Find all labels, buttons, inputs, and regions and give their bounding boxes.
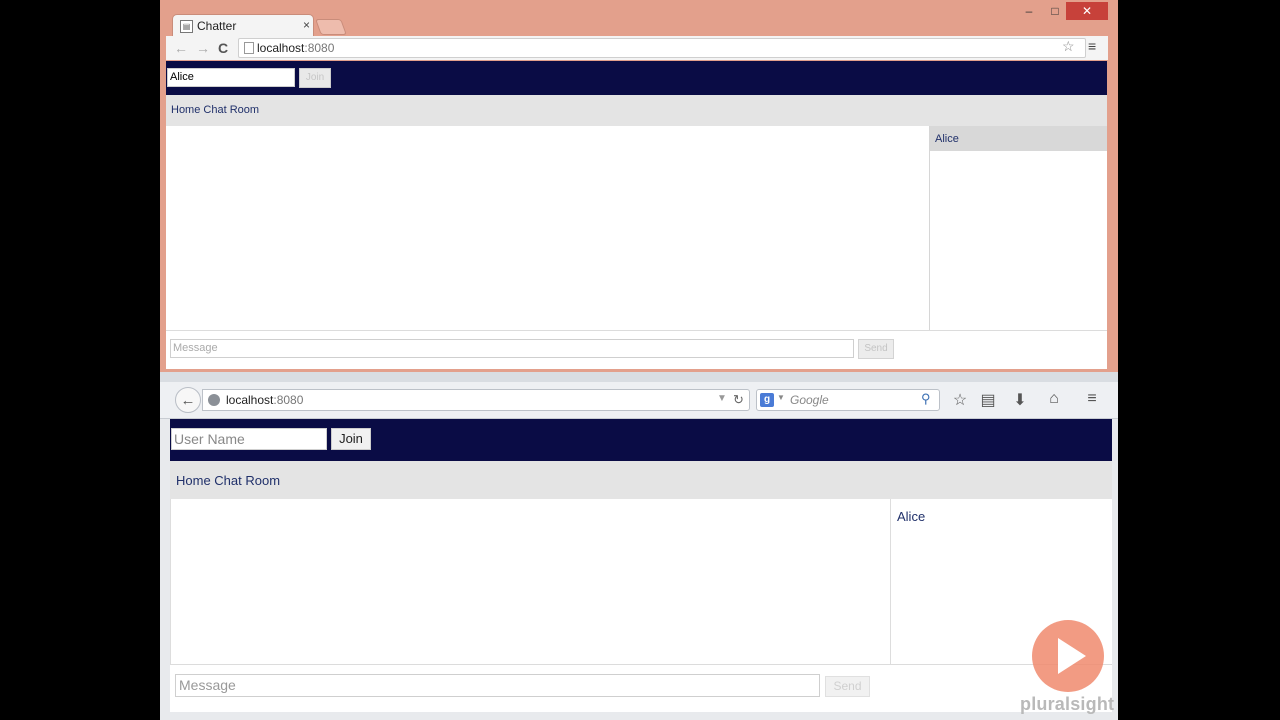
chat-app-page: User Name Join Home Chat Room Alice Mess… [170,419,1112,712]
room-title: Home Chat Room [176,473,281,488]
history-dropdown-icon[interactable]: ▼ [717,393,727,404]
message-input[interactable]: Message [175,674,820,697]
pluralsight-logo: pluralsight [1020,694,1115,714]
message-list [166,126,930,330]
maximize-icon[interactable]: □ [1042,2,1068,20]
page-icon: ▤ [180,20,193,33]
tab-title: Chatter [197,19,237,33]
user-list-item: Alice [930,126,1107,151]
reload-icon[interactable]: ↻ [733,392,744,408]
send-button[interactable]: Send [825,676,870,697]
chrome-toolbar: ← → C localhost:8080 ☆ ≡ [166,36,1108,60]
reading-list-icon[interactable]: ▤ [978,390,998,410]
message-footer: Message Send [166,330,1107,370]
message-footer: Message Send [170,664,1112,713]
home-icon[interactable]: ⌂ [1044,390,1064,408]
back-icon[interactable]: ← [175,387,201,413]
address-url: localhost:8080 [257,41,335,55]
message-input[interactable]: Message [170,339,854,358]
join-button[interactable]: Join [299,68,331,88]
minimize-icon[interactable]: – [1016,2,1042,20]
globe-icon [208,394,220,406]
chat-app-page: Alice Join Home Chat Room Alice Message … [166,61,1107,369]
chevron-down-icon: ▼ [777,393,785,402]
firefox-browser-window: ← localhost:8080 ▼ ↻ g ▼ Google ⚲ ☆ ▤ ⬇ … [160,372,1118,720]
download-icon[interactable]: ⬇ [1010,390,1030,410]
search-box[interactable]: g ▼ Google ⚲ [756,389,940,411]
google-icon[interactable]: g [760,393,774,407]
address-bar[interactable]: localhost:8080 [238,38,1086,58]
app-header: Alice Join [166,61,1107,95]
forward-icon[interactable]: → [196,40,210,56]
browser-tab[interactable]: ▤ Chatter × [172,14,314,37]
play-triangle-icon [1058,638,1086,674]
tab-close-icon[interactable]: × [303,18,310,32]
window-close-icon[interactable]: ✕ [1066,2,1108,20]
bookmark-star-icon[interactable]: ☆ [1062,38,1075,55]
menu-icon[interactable]: ≡ [1088,38,1096,54]
chrome-browser-window: ▤ Chatter × – □ ✕ ← → C localhost:8080 ☆… [160,0,1118,372]
room-title-bar: Home Chat Room [170,461,1112,499]
search-icon[interactable]: ⚲ [921,391,931,407]
search-placeholder: Google [790,393,829,407]
app-header: User Name Join [170,419,1112,461]
bookmark-star-icon[interactable]: ☆ [950,390,970,410]
username-input[interactable]: User Name [171,428,327,450]
username-input[interactable]: Alice [167,68,295,87]
page-icon [244,42,254,54]
user-list-item: Alice [897,509,926,524]
firefox-navbar: ← localhost:8080 ▼ ↻ g ▼ Google ⚲ ☆ ▤ ⬇ … [160,382,1118,419]
address-bar[interactable]: localhost:8080 ▼ ↻ [202,389,750,411]
room-title-bar: Home Chat Room [166,95,1107,126]
address-url: localhost:8080 [226,393,304,407]
room-title: Home Chat Room [171,104,260,116]
send-button[interactable]: Send [858,339,894,359]
message-list [170,499,891,664]
tab-strip [160,372,1118,382]
reload-icon[interactable]: C [218,40,228,56]
menu-icon[interactable]: ≡ [1082,390,1102,408]
back-icon[interactable]: ← [174,40,188,56]
new-tab-button[interactable] [315,19,347,35]
user-name: Alice [935,133,959,145]
join-button[interactable]: Join [331,428,371,450]
